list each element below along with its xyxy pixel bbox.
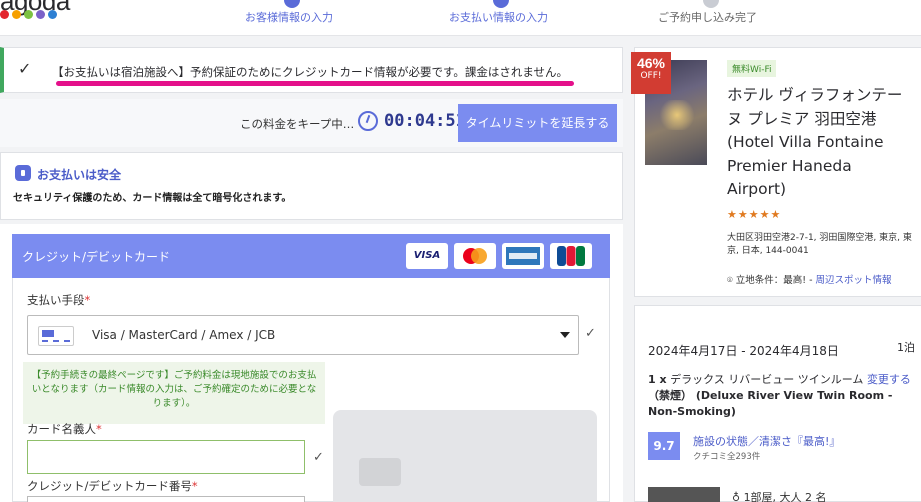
logo-dot xyxy=(36,10,45,19)
mastercard-logo-icon xyxy=(454,243,496,269)
mastercard-circles xyxy=(463,248,487,264)
hotel-summary: 46% OFF! 無料Wi-Fi ホテル ヴィラフォンテーヌ プレミア 羽田空港… xyxy=(631,47,921,297)
occupancy: ♁ 1部屋, 大人 2 名 xyxy=(732,489,827,502)
payment-method-label: 支払い手段* xyxy=(27,292,90,308)
card-section-header: クレジット/デビットカード VISA xyxy=(12,234,610,278)
review-score: 9.7 xyxy=(648,432,680,460)
payment-method-select[interactable]: Visa / MasterCard / Amex / JCB xyxy=(27,315,579,355)
card-preview xyxy=(333,410,597,502)
check-icon: ✓ xyxy=(18,59,32,78)
final-page-hint: 【予約手続きの最終ページです】ご予約料金は現地施設でのお支払いとなります（カード… xyxy=(23,362,325,424)
chevron-down-icon xyxy=(560,332,570,338)
required-mark: * xyxy=(84,293,91,307)
stay-dates: 2024年4月17日 - 2024年4月18日 xyxy=(648,344,839,358)
payment-method-value: Visa / MasterCard / Amex / JCB xyxy=(92,328,276,342)
secure-description: セキュリティ保護のため、カード情報は全て暗号化されます。 xyxy=(13,193,292,204)
logo-dot xyxy=(48,10,57,19)
discount-percent: 46% xyxy=(636,55,666,71)
step-dot-2 xyxy=(493,0,509,8)
logo-dot xyxy=(12,10,21,19)
step-complete: ご予約申し込み完了 xyxy=(658,11,757,24)
step-customer-info: お客様情報の入力 xyxy=(245,11,333,24)
booking-details: 2024年4月17日 - 2024年4月18日 1泊 1 x デラックス リバー… xyxy=(634,305,921,502)
card-number-label: クレジット/デビットカード番号* xyxy=(27,478,198,494)
lock-icon xyxy=(15,165,31,181)
highlight-underline xyxy=(56,81,574,86)
amex-badge xyxy=(506,247,540,265)
payment-method-label-text: 支払い手段 xyxy=(27,293,85,307)
credit-card-icon xyxy=(38,326,74,346)
location-label: 立地条件：最高! - xyxy=(735,275,816,286)
jcb-badge xyxy=(557,246,585,266)
nearby-spots-link[interactable]: 周辺スポット情報 xyxy=(816,275,892,286)
payment-notice: ✓ 【お支払いは宿泊施設へ】予約保証のためにクレジットカード情報が必要です。課金… xyxy=(0,47,623,93)
discount-suffix: OFF! xyxy=(640,71,662,81)
person-icon: ♁ xyxy=(732,491,741,502)
free-wifi-badge: 無料Wi-Fi xyxy=(727,60,777,77)
check-icon: ✓ xyxy=(313,450,324,465)
card-section-title: クレジット/デビットカード xyxy=(22,250,171,264)
logo-dot xyxy=(0,10,9,19)
step-dot-1 xyxy=(284,0,300,8)
card-chip-icon xyxy=(359,458,401,486)
logo-dots xyxy=(0,10,57,19)
extend-time-button[interactable]: タイムリミットを延長する xyxy=(458,104,617,142)
logo-dot xyxy=(24,10,33,19)
hotel-name: ホテル ヴィラフォンテーヌ プレミア 羽田空港 (Hotel Villa Fon… xyxy=(727,86,903,198)
secure-title: お支払いは安全 xyxy=(37,168,122,182)
room-info: 1 x デラックス リバービュー ツインルーム 変更する （禁煙） (Delux… xyxy=(648,372,920,420)
keep-label: この料金をキープ中… xyxy=(240,117,355,131)
header: agoda お客様情報の入力 お支払い情報の入力 ご予約申し込み完了 xyxy=(0,0,921,36)
required-mark: * xyxy=(96,422,102,436)
room-detail: （禁煙） (Deluxe River View Twin Room - Non-… xyxy=(648,389,893,418)
step-payment-info: お支払い情報の入力 xyxy=(449,11,548,24)
location-rating: ⌾ 立地条件：最高! - 周辺スポット情報 xyxy=(727,272,892,286)
cardholder-label-text: カード名義人 xyxy=(27,422,96,436)
room-quantity: 1 x xyxy=(648,373,667,386)
payment-form: クレジット/デビットカード VISA 支払い手段* Visa / MasterC… xyxy=(0,224,623,502)
price-keep-bar: この料金をキープ中… 00:04:51 タイムリミットを延長する xyxy=(0,99,623,147)
jcb-logo-icon xyxy=(550,243,592,269)
visa-logo-icon: VISA xyxy=(406,243,448,269)
review-count: クチコミ全293件 xyxy=(693,452,761,462)
star-rating: ★★★★★ xyxy=(727,208,782,221)
nights-count: 1泊 xyxy=(897,341,915,354)
check-icon: ✓ xyxy=(585,326,596,341)
secure-payment-panel: お支払いは安全 セキュリティ保護のため、カード情報は全て暗号化されます。 xyxy=(0,152,623,220)
location-pin-icon: ⌾ xyxy=(727,275,733,286)
occupancy-text: 1部屋, 大人 2 名 xyxy=(743,491,827,502)
step-dot-3 xyxy=(703,0,719,8)
room-photo[interactable] xyxy=(648,487,720,502)
card-number-label-text: クレジット/デビットカード番号 xyxy=(27,479,192,493)
countdown-timer: 00:04:51 xyxy=(384,111,466,131)
cardholder-input[interactable] xyxy=(27,440,305,474)
notice-message: 【お支払いは宿泊施設へ】予約保証のためにクレジットカード情報が必要です。課金はさ… xyxy=(52,65,568,79)
cardholder-label: カード名義人* xyxy=(27,421,102,437)
change-room-link[interactable]: 変更する xyxy=(867,373,911,386)
card-form-body: 支払い手段* Visa / MasterCard / Amex / JCB ✓ … xyxy=(12,278,610,502)
review-label-link[interactable]: 施設の状態／清潔さ『最高!』 xyxy=(693,433,840,449)
required-mark: * xyxy=(191,479,198,493)
hotel-address: 大田区羽田空港2-7-1, 羽田国際空港, 東京, 東京, 日本, 144-00… xyxy=(727,233,912,256)
room-name: デラックス リバービュー ツインルーム xyxy=(670,373,864,386)
amex-logo-icon xyxy=(502,243,544,269)
clock-icon xyxy=(358,111,378,131)
card-number-input[interactable] xyxy=(27,496,305,502)
discount-badge: 46% OFF! xyxy=(631,52,671,94)
